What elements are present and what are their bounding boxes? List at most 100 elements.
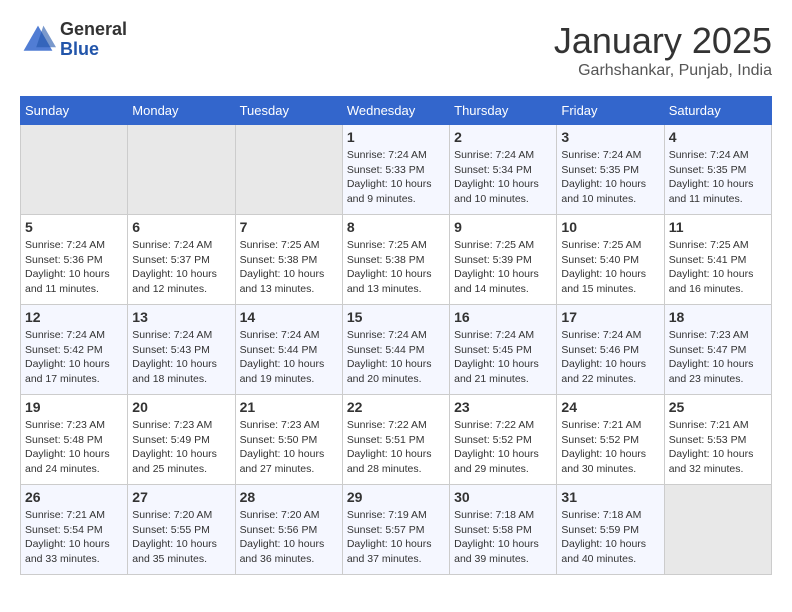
day-info: Sunrise: 7:20 AM Sunset: 5:55 PM Dayligh…	[132, 508, 230, 567]
day-number: 29	[347, 489, 445, 505]
calendar-week-row: 26 Sunrise: 7:21 AM Sunset: 5:54 PM Dayli…	[21, 485, 772, 575]
day-of-week-header: Thursday	[450, 97, 557, 125]
day-of-week-header: Saturday	[664, 97, 771, 125]
calendar-cell: 22Sunrise: 7:22 AM Sunset: 5:51 PM Dayli…	[342, 395, 449, 485]
calendar-cell: 1 Sunrise: 7:24 AM Sunset: 5:33 PM Daylig…	[342, 125, 449, 215]
day-number: 20	[132, 399, 230, 415]
day-number: 1	[347, 129, 445, 145]
day-info: Sunrise: 7:20 AM Sunset: 5:56 PM Dayligh…	[240, 508, 338, 567]
logo-general-text: General	[60, 20, 127, 40]
day-info: Sunrise: 7:24 AM Sunset: 5:46 PM Dayligh…	[561, 328, 659, 387]
day-info: Sunrise: 7:24 AM Sunset: 5:35 PM Dayligh…	[669, 148, 767, 207]
calendar-cell: 4 Sunrise: 7:24 AM Sunset: 5:35 PM Daylig…	[664, 125, 771, 215]
day-info: Sunrise: 7:24 AM Sunset: 5:42 PM Dayligh…	[25, 328, 123, 387]
day-info: Sunrise: 7:25 AM Sunset: 5:38 PM Dayligh…	[240, 238, 338, 297]
calendar-week-row: 19 Sunrise: 7:23 AM Sunset: 5:48 PM Dayli…	[21, 395, 772, 485]
calendar-cell: 13Sunrise: 7:24 AM Sunset: 5:43 PM Dayli…	[128, 305, 235, 395]
day-info: Sunrise: 7:24 AM Sunset: 5:37 PM Dayligh…	[132, 238, 230, 297]
calendar-week-row: 5Sunrise: 7:24 AM Sunset: 5:36 PM Daylig…	[21, 215, 772, 305]
day-info: Sunrise: 7:21 AM Sunset: 5:54 PM Dayligh…	[25, 508, 123, 567]
day-info: Sunrise: 7:23 AM Sunset: 5:47 PM Dayligh…	[669, 328, 767, 387]
calendar-cell: 30 Sunrise: 7:18 AM Sunset: 5:58 PM Dayli…	[450, 485, 557, 575]
calendar-table: SundayMondayTuesdayWednesdayThursdayFrid…	[20, 96, 772, 575]
day-number: 22	[347, 399, 445, 415]
day-info: Sunrise: 7:23 AM Sunset: 5:48 PM Dayligh…	[25, 418, 123, 477]
day-number: 24	[561, 399, 659, 415]
month-title: January 2025	[554, 20, 772, 62]
calendar-week-row: 1 Sunrise: 7:24 AM Sunset: 5:33 PM Daylig…	[21, 125, 772, 215]
day-info: Sunrise: 7:23 AM Sunset: 5:49 PM Dayligh…	[132, 418, 230, 477]
day-info: Sunrise: 7:19 AM Sunset: 5:57 PM Dayligh…	[347, 508, 445, 567]
logo-blue-text: Blue	[60, 40, 127, 60]
day-info: Sunrise: 7:25 AM Sunset: 5:40 PM Dayligh…	[561, 238, 659, 297]
title-section: January 2025 Garhshankar, Punjab, India	[554, 20, 772, 80]
day-number: 28	[240, 489, 338, 505]
calendar-cell: 16 Sunrise: 7:24 AM Sunset: 5:45 PM Dayli…	[450, 305, 557, 395]
day-info: Sunrise: 7:23 AM Sunset: 5:50 PM Dayligh…	[240, 418, 338, 477]
calendar-cell: 28 Sunrise: 7:20 AM Sunset: 5:56 PM Dayli…	[235, 485, 342, 575]
day-number: 18	[669, 309, 767, 325]
calendar-header-row: SundayMondayTuesdayWednesdayThursdayFrid…	[21, 97, 772, 125]
day-of-week-header: Monday	[128, 97, 235, 125]
calendar-cell: 26 Sunrise: 7:21 AM Sunset: 5:54 PM Dayli…	[21, 485, 128, 575]
day-number: 4	[669, 129, 767, 145]
page-header: General Blue January 2025 Garhshankar, P…	[20, 20, 772, 80]
day-number: 11	[669, 219, 767, 235]
day-info: Sunrise: 7:24 AM Sunset: 5:43 PM Dayligh…	[132, 328, 230, 387]
day-number: 7	[240, 219, 338, 235]
calendar-cell: 18 Sunrise: 7:23 AM Sunset: 5:47 PM Dayli…	[664, 305, 771, 395]
calendar-cell: 31 Sunrise: 7:18 AM Sunset: 5:59 PM Dayli…	[557, 485, 664, 575]
calendar-cell: 5Sunrise: 7:24 AM Sunset: 5:36 PM Daylig…	[21, 215, 128, 305]
day-number: 12	[25, 309, 123, 325]
calendar-cell: 19 Sunrise: 7:23 AM Sunset: 5:48 PM Dayli…	[21, 395, 128, 485]
day-number: 16	[454, 309, 552, 325]
day-info: Sunrise: 7:25 AM Sunset: 5:38 PM Dayligh…	[347, 238, 445, 297]
day-info: Sunrise: 7:24 AM Sunset: 5:44 PM Dayligh…	[347, 328, 445, 387]
day-info: Sunrise: 7:18 AM Sunset: 5:58 PM Dayligh…	[454, 508, 552, 567]
calendar-cell: 6 Sunrise: 7:24 AM Sunset: 5:37 PM Daylig…	[128, 215, 235, 305]
day-info: Sunrise: 7:24 AM Sunset: 5:45 PM Dayligh…	[454, 328, 552, 387]
day-number: 2	[454, 129, 552, 145]
day-info: Sunrise: 7:18 AM Sunset: 5:59 PM Dayligh…	[561, 508, 659, 567]
calendar-cell: 10 Sunrise: 7:25 AM Sunset: 5:40 PM Dayli…	[557, 215, 664, 305]
day-of-week-header: Wednesday	[342, 97, 449, 125]
location: Garhshankar, Punjab, India	[554, 62, 772, 80]
day-number: 6	[132, 219, 230, 235]
day-number: 19	[25, 399, 123, 415]
calendar-cell: 3Sunrise: 7:24 AM Sunset: 5:35 PM Daylig…	[557, 125, 664, 215]
day-info: Sunrise: 7:25 AM Sunset: 5:39 PM Dayligh…	[454, 238, 552, 297]
day-number: 30	[454, 489, 552, 505]
calendar-cell: 7 Sunrise: 7:25 AM Sunset: 5:38 PM Daylig…	[235, 215, 342, 305]
day-info: Sunrise: 7:21 AM Sunset: 5:53 PM Dayligh…	[669, 418, 767, 477]
calendar-cell: 23 Sunrise: 7:22 AM Sunset: 5:52 PM Dayli…	[450, 395, 557, 485]
day-info: Sunrise: 7:21 AM Sunset: 5:52 PM Dayligh…	[561, 418, 659, 477]
calendar-cell: 29 Sunrise: 7:19 AM Sunset: 5:57 PM Dayli…	[342, 485, 449, 575]
day-number: 10	[561, 219, 659, 235]
calendar-cell: 15 Sunrise: 7:24 AM Sunset: 5:44 PM Dayli…	[342, 305, 449, 395]
calendar-cell	[235, 125, 342, 215]
calendar-week-row: 12 Sunrise: 7:24 AM Sunset: 5:42 PM Dayli…	[21, 305, 772, 395]
calendar-cell: 21Sunrise: 7:23 AM Sunset: 5:50 PM Dayli…	[235, 395, 342, 485]
calendar-cell: 24 Sunrise: 7:21 AM Sunset: 5:52 PM Dayli…	[557, 395, 664, 485]
calendar-cell: 11 Sunrise: 7:25 AM Sunset: 5:41 PM Dayli…	[664, 215, 771, 305]
day-of-week-header: Sunday	[21, 97, 128, 125]
logo: General Blue	[20, 20, 127, 60]
calendar-cell: 25Sunrise: 7:21 AM Sunset: 5:53 PM Dayli…	[664, 395, 771, 485]
day-info: Sunrise: 7:24 AM Sunset: 5:33 PM Dayligh…	[347, 148, 445, 207]
day-number: 14	[240, 309, 338, 325]
day-number: 31	[561, 489, 659, 505]
day-info: Sunrise: 7:22 AM Sunset: 5:52 PM Dayligh…	[454, 418, 552, 477]
calendar-cell: 14Sunrise: 7:24 AM Sunset: 5:44 PM Dayli…	[235, 305, 342, 395]
calendar-cell	[664, 485, 771, 575]
day-number: 23	[454, 399, 552, 415]
calendar-cell: 12 Sunrise: 7:24 AM Sunset: 5:42 PM Dayli…	[21, 305, 128, 395]
day-number: 5	[25, 219, 123, 235]
calendar-cell: 17Sunrise: 7:24 AM Sunset: 5:46 PM Dayli…	[557, 305, 664, 395]
calendar-cell: 27 Sunrise: 7:20 AM Sunset: 5:55 PM Dayli…	[128, 485, 235, 575]
day-number: 8	[347, 219, 445, 235]
day-number: 26	[25, 489, 123, 505]
day-number: 27	[132, 489, 230, 505]
day-number: 3	[561, 129, 659, 145]
day-info: Sunrise: 7:25 AM Sunset: 5:41 PM Dayligh…	[669, 238, 767, 297]
day-number: 15	[347, 309, 445, 325]
